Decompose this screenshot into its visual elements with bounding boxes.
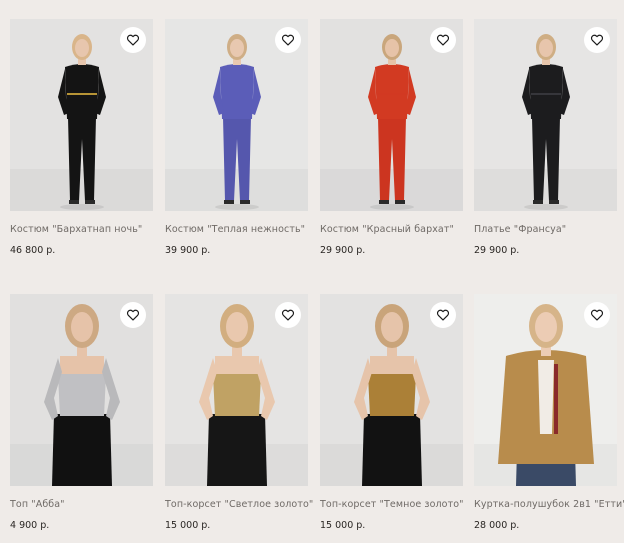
product-image[interactable] [320,294,463,486]
favorite-button[interactable] [430,27,456,53]
favorite-button[interactable] [584,302,610,328]
favorite-button[interactable] [275,27,301,53]
product-image[interactable] [474,294,617,486]
heart-icon [126,34,140,46]
product-card[interactable]: Топ-корсет "Светлое золото" 15 000 р. [165,294,313,531]
product-image[interactable] [474,19,617,211]
product-image[interactable] [10,294,153,486]
product-card[interactable]: Костюм "Красный бархат" 29 900 р. [320,19,463,256]
product-price: 29 900 р. [320,245,366,256]
favorite-button[interactable] [430,302,456,328]
product-price: 46 800 р. [10,245,56,256]
product-name[interactable]: Костюм "Красный бархат" [320,224,463,235]
favorite-button[interactable] [120,302,146,328]
favorite-button[interactable] [275,302,301,328]
product-name[interactable]: Костюм "Теплая нежность" [165,224,308,235]
product-price: 29 900 р. [474,245,520,256]
product-card[interactable]: Топ-корсет "Темное золото" 15 000 р. [320,294,463,531]
product-name[interactable]: Топ "Абба" [10,499,153,510]
heart-icon [281,309,295,321]
heart-icon [126,309,140,321]
product-card[interactable]: Костюм "Бархатнап ночь" 46 800 р. [10,19,153,256]
product-price: 39 900 р. [165,245,211,256]
product-name[interactable]: Платье "Франсуа" [474,224,617,235]
product-image[interactable] [10,19,153,211]
favorite-button[interactable] [120,27,146,53]
heart-icon [281,34,295,46]
product-price: 15 000 р. [165,520,211,531]
product-image[interactable] [165,19,308,211]
product-name[interactable]: Костюм "Бархатнап ночь" [10,224,153,235]
favorite-button[interactable] [584,27,610,53]
product-image[interactable] [320,19,463,211]
product-price: 28 000 р. [474,520,520,531]
product-name[interactable]: Топ-корсет "Темное золото" [320,499,463,510]
product-image[interactable] [165,294,308,486]
heart-icon [590,34,604,46]
product-card[interactable]: Куртка-полушубок 2в1 "Етти" 28 000 р. [474,294,624,531]
product-card[interactable]: Топ "Абба" 4 900 р. [10,294,153,531]
product-price: 15 000 р. [320,520,366,531]
product-grid: Костюм "Бархатнап ночь" 46 800 р. Костюм "… [0,0,624,543]
product-name[interactable]: Топ-корсет "Светлое золото" [165,499,313,510]
heart-icon [436,34,450,46]
product-card[interactable]: Платье "Франсуа" 29 900 р. [474,19,617,256]
heart-icon [436,309,450,321]
product-name[interactable]: Куртка-полушубок 2в1 "Етти" [474,499,624,510]
heart-icon [590,309,604,321]
product-price: 4 900 р. [10,520,50,531]
product-card[interactable]: Костюм "Теплая нежность" 39 900 р. [165,19,308,256]
